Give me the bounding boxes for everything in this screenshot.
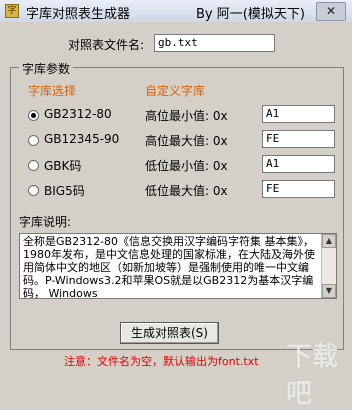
low-min-input[interactable]: A1 (262, 155, 335, 173)
high-min-input[interactable]: A1 (262, 105, 335, 123)
scroll-up-icon[interactable]: ▲ (322, 234, 336, 248)
window-title: 字库对照表生成器 (26, 7, 131, 22)
radio-gb12345[interactable] (28, 135, 39, 146)
watermark-logo: 下载吧 (286, 342, 339, 409)
group-title: 字库参数 (19, 60, 74, 77)
high-min-label: 高位最小值: 0x (145, 109, 228, 123)
filename-label: 对照表文件名: (68, 38, 145, 52)
close-button[interactable]: ✕ (316, 2, 346, 21)
description-text: 全称是GB2312-80《信息交换用汉字编码字符集 基本集》，1980年发布，是… (23, 235, 315, 299)
low-min-label: 低位最小值: 0x (145, 159, 228, 173)
radio-label-gb2312[interactable]: GB2312-80 (44, 107, 112, 121)
charset-params-group: 字库参数 字库选择 自定义字库 GB2312-80 GB12345-90 GBK… (10, 60, 344, 350)
custom-heading: 自定义字库 (145, 84, 206, 98)
high-max-input[interactable]: FE (262, 130, 335, 148)
generate-button[interactable]: 生成对照表(S) (120, 322, 219, 344)
close-icon: ✕ (325, 4, 337, 18)
radio-label-gb12345[interactable]: GB12345-90 (44, 132, 119, 146)
radio-gb2312[interactable] (28, 110, 39, 121)
main-window: 对照表文件名: gb.txt 字库参数 字库选择 自定义字库 GB2312-80… (0, 22, 352, 409)
default-output-note: 注意：文件名为空，默认输出为font.txt (64, 355, 259, 368)
high-max-label: 高位最大值: 0x (145, 134, 228, 148)
description-scrollbar[interactable]: ▲ ▼ (321, 234, 336, 298)
filename-input[interactable]: gb.txt (154, 34, 275, 52)
charset-heading: 字库选择 (28, 84, 77, 98)
radio-big5[interactable] (28, 185, 39, 196)
title-bar: 字 字库对照表生成器 By 阿一(模拟天下) ✕ (0, 0, 352, 23)
radio-label-gbk[interactable]: GBK码 (44, 157, 81, 174)
window-author: By 阿一(模拟天下) (196, 7, 305, 22)
low-max-label: 低位最大值: 0x (145, 184, 228, 198)
app-icon: 字 (5, 4, 19, 18)
radio-label-big5[interactable]: BIG5码 (44, 182, 85, 199)
radio-gbk[interactable] (28, 160, 39, 171)
low-max-input[interactable]: FE (262, 180, 335, 198)
description-label: 字库说明: (19, 215, 72, 229)
scroll-down-icon[interactable]: ▼ (322, 284, 336, 298)
description-textarea[interactable]: 全称是GB2312-80《信息交换用汉字编码字符集 基本集》，1980年发布，是… (19, 233, 337, 299)
